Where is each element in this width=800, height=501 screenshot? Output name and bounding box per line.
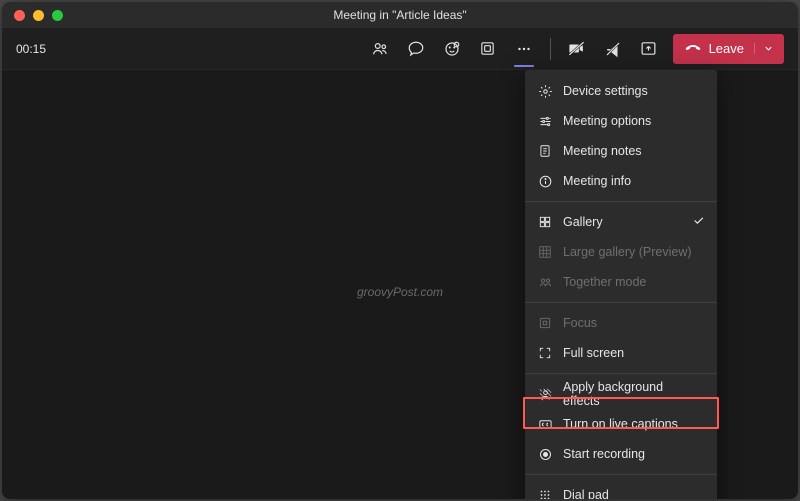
menu-label: Focus — [563, 316, 597, 330]
reactions-button[interactable] — [436, 33, 468, 65]
grid-icon — [537, 214, 553, 230]
maximize-window-button[interactable] — [52, 10, 63, 21]
large-grid-icon — [537, 244, 553, 260]
menu-label: Dial pad — [563, 488, 609, 499]
captions-icon — [537, 416, 553, 432]
camera-button[interactable] — [561, 33, 593, 65]
menu-label: Full screen — [563, 346, 624, 360]
menu-label: Meeting info — [563, 174, 631, 188]
participants-button[interactable] — [364, 33, 396, 65]
microphone-button[interactable] — [597, 33, 629, 65]
chat-button[interactable] — [400, 33, 432, 65]
titlebar: Meeting in "Article Ideas" — [2, 2, 798, 28]
menu-focus: Focus — [525, 308, 717, 338]
fullscreen-icon — [537, 345, 553, 361]
meeting-timer: 00:15 — [16, 42, 46, 56]
record-icon — [537, 446, 553, 462]
menu-full-screen[interactable]: Full screen — [525, 338, 717, 368]
focus-icon — [537, 315, 553, 331]
menu-large-gallery: Large gallery (Preview) — [525, 237, 717, 267]
watermark: groovyPost.com — [357, 285, 443, 299]
menu-label: Meeting notes — [563, 144, 642, 158]
meeting-toolbar: 00:15 — [2, 28, 798, 70]
leave-caret[interactable] — [754, 43, 774, 54]
menu-divider — [525, 373, 717, 374]
more-actions-menu: Device settings Meeting options Meeting … — [525, 70, 717, 499]
menu-divider — [525, 302, 717, 303]
leave-button[interactable]: Leave — [673, 34, 784, 64]
check-icon — [692, 214, 705, 230]
menu-label: Apply background effects — [563, 380, 703, 408]
menu-label: Device settings — [563, 84, 648, 98]
menu-apply-background[interactable]: Apply background effects — [525, 379, 717, 409]
dialpad-icon — [537, 487, 553, 499]
menu-together-mode: Together mode — [525, 267, 717, 297]
menu-start-recording[interactable]: Start recording — [525, 439, 717, 469]
meeting-window: Meeting in "Article Ideas" 00:15 — [2, 2, 798, 499]
toolbar-icons — [364, 33, 665, 65]
background-icon — [537, 386, 553, 402]
rooms-button[interactable] — [472, 33, 504, 65]
share-button[interactable] — [633, 33, 665, 65]
menu-live-captions[interactable]: Turn on live captions — [525, 409, 717, 439]
window-controls — [2, 10, 63, 21]
together-icon — [537, 274, 553, 290]
menu-gallery[interactable]: Gallery — [525, 207, 717, 237]
menu-label: Together mode — [563, 275, 646, 289]
notes-icon — [537, 143, 553, 159]
menu-label: Start recording — [563, 447, 645, 461]
more-actions-button[interactable] — [508, 33, 540, 65]
gear-icon — [537, 83, 553, 99]
hangup-icon — [685, 41, 701, 57]
chevron-down-icon — [763, 43, 774, 54]
menu-meeting-notes[interactable]: Meeting notes — [525, 136, 717, 166]
menu-label: Large gallery (Preview) — [563, 245, 692, 259]
menu-label: Meeting options — [563, 114, 651, 128]
window-title: Meeting in "Article Ideas" — [2, 8, 798, 22]
toolbar-separator — [550, 38, 551, 60]
menu-dial-pad[interactable]: Dial pad — [525, 480, 717, 499]
menu-meeting-info[interactable]: Meeting info — [525, 166, 717, 196]
leave-label: Leave — [709, 41, 744, 56]
menu-meeting-options[interactable]: Meeting options — [525, 106, 717, 136]
info-icon — [537, 173, 553, 189]
close-window-button[interactable] — [14, 10, 25, 21]
menu-divider — [525, 474, 717, 475]
menu-label: Turn on live captions — [563, 417, 678, 431]
minimize-window-button[interactable] — [33, 10, 44, 21]
sliders-icon — [537, 113, 553, 129]
menu-device-settings[interactable]: Device settings — [525, 76, 717, 106]
menu-label: Gallery — [563, 215, 603, 229]
menu-divider — [525, 201, 717, 202]
